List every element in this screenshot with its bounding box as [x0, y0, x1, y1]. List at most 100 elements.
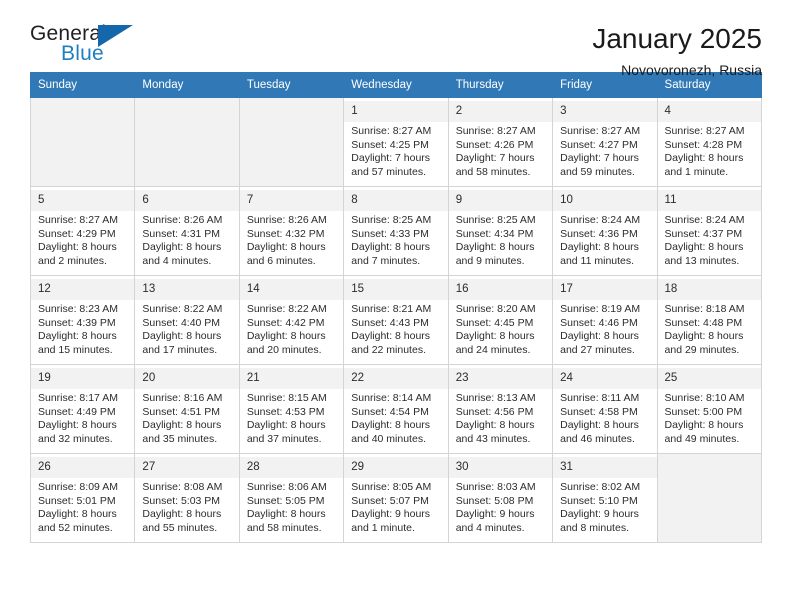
calendar-day-cell[interactable]: 19 Sunrise: 8:17 AM Sunset: 4:49 PM Dayligh… [29, 364, 136, 454]
day-daylight-line: Daylight: 8 hours [38, 508, 117, 521]
day-sun-info: Sunrise: 8:22 AM Sunset: 4:42 PM Daylight:… [247, 303, 337, 357]
weekday-header-wednesday: Wednesday [343, 72, 449, 98]
calendar-day-cell[interactable]: 3 Sunrise: 8:27 AM Sunset: 4:27 PM Daylight… [552, 97, 658, 187]
calendar-day-cell[interactable]: 8 Sunrise: 8:25 AM Sunset: 4:33 PM Daylight… [343, 186, 449, 276]
day-daylight-line: and 43 minutes. [455, 432, 531, 445]
day-daylight-line: and 55 minutes. [142, 521, 218, 534]
day-number: 9 [448, 190, 553, 211]
day-sunrise-line: Sunrise: 8:18 AM [664, 303, 745, 315]
calendar-day-cell[interactable]: 21 Sunrise: 8:15 AM Sunset: 4:53 PM Dayligh… [238, 364, 345, 454]
day-sunrise-line: Sunrise: 8:15 AM [246, 392, 327, 404]
day-sunrise-line: Sunrise: 8:03 AM [455, 481, 536, 493]
calendar-day-cell[interactable]: 26 Sunrise: 8:09 AM Sunset: 5:01 PM Dayligh… [29, 453, 136, 543]
day-sun-info: Sunrise: 8:08 AM Sunset: 5:03 PM Daylight:… [142, 481, 232, 535]
day-number: 5 [31, 190, 135, 211]
day-cell-content: 19 Sunrise: 8:17 AM Sunset: 4:49 PM Dayligh… [31, 365, 135, 450]
day-daylight-line: and 1 minute. [664, 165, 729, 178]
page-title: January 2025 [592, 23, 762, 54]
day-sun-info: Sunrise: 8:27 AM Sunset: 4:25 PM Daylight:… [351, 125, 441, 179]
calendar-day-cell[interactable]: 22 Sunrise: 8:14 AM Sunset: 4:54 PM Dayligh… [343, 364, 449, 454]
day-number: 30 [448, 457, 553, 478]
page-subtitle: Novovoronezh, Russia [621, 62, 762, 78]
day-daylight-line: and 58 minutes. [246, 521, 322, 534]
calendar-day-cell[interactable]: 30 Sunrise: 8:03 AM Sunset: 5:08 PM Dayligh… [447, 453, 554, 543]
day-sun-info: Sunrise: 8:05 AM Sunset: 5:07 PM Daylight:… [351, 481, 441, 535]
day-sun-info: Sunrise: 8:26 AM Sunset: 4:32 PM Daylight:… [247, 214, 337, 268]
day-daylight-line: and 40 minutes. [351, 432, 426, 445]
day-number: 1 [344, 101, 448, 122]
day-sun-info: Sunrise: 8:21 AM Sunset: 4:43 PM Daylight:… [351, 303, 441, 357]
calendar-day-cell[interactable]: 28 Sunrise: 8:06 AM Sunset: 5:05 PM Dayligh… [238, 453, 345, 543]
day-sun-info: Sunrise: 8:24 AM Sunset: 4:36 PM Daylight:… [560, 214, 650, 268]
calendar-day-cell[interactable]: 12 Sunrise: 8:23 AM Sunset: 4:39 PM Dayligh… [29, 275, 136, 365]
calendar-day-cell[interactable]: 5 Sunrise: 8:27 AM Sunset: 4:29 PM Daylight… [29, 186, 136, 276]
calendar-day-cell[interactable]: 14 Sunrise: 8:22 AM Sunset: 4:42 PM Dayligh… [238, 275, 345, 365]
calendar-day-cell[interactable]: 16 Sunrise: 8:20 AM Sunset: 4:45 PM Dayligh… [447, 275, 554, 365]
calendar-day-cell[interactable]: 18 Sunrise: 8:18 AM Sunset: 4:48 PM Dayligh… [656, 275, 763, 365]
day-daylight-line: and 2 minutes. [38, 254, 107, 267]
calendar-day-cell[interactable]: 11 Sunrise: 8:24 AM Sunset: 4:37 PM Dayligh… [656, 186, 763, 276]
day-sunrise-line: Sunrise: 8:09 AM [38, 481, 118, 493]
day-daylight-line: Daylight: 8 hours [455, 241, 535, 254]
calendar-day-cell[interactable]: 6 Sunrise: 8:26 AM Sunset: 4:31 PM Daylight… [134, 186, 240, 276]
day-daylight-line: and 17 minutes. [142, 343, 218, 356]
calendar-day-cell[interactable]: 15 Sunrise: 8:21 AM Sunset: 4:43 PM Dayligh… [343, 275, 449, 365]
day-sunset-line: Sunset: 5:08 PM [455, 494, 534, 507]
day-sun-info: Sunrise: 8:19 AM Sunset: 4:46 PM Daylight:… [560, 303, 650, 357]
day-number: 28 [239, 457, 344, 478]
day-sun-info: Sunrise: 8:27 AM Sunset: 4:28 PM Daylight:… [665, 125, 755, 179]
logo-text-blue: Blue [61, 42, 104, 65]
day-daylight-line: Daylight: 8 hours [246, 330, 326, 343]
calendar-day-cell[interactable]: 1 Sunrise: 8:27 AM Sunset: 4:25 PM Daylight… [343, 97, 449, 187]
day-number: 15 [344, 279, 448, 300]
day-sunrise-line: Sunrise: 8:02 AM [560, 481, 641, 493]
day-daylight-line: Daylight: 8 hours [664, 419, 744, 432]
day-daylight-line: and 58 minutes. [455, 165, 531, 178]
calendar-day-cell[interactable]: 7 Sunrise: 8:26 AM Sunset: 4:32 PM Daylight… [238, 186, 345, 276]
calendar-day-cell[interactable]: 23 Sunrise: 8:13 AM Sunset: 4:56 PM Dayligh… [447, 364, 554, 454]
day-sunset-line: Sunset: 4:25 PM [351, 138, 429, 151]
day-sunset-line: Sunset: 4:37 PM [664, 227, 743, 240]
calendar-day-cell[interactable]: 10 Sunrise: 8:24 AM Sunset: 4:36 PM Dayligh… [552, 186, 658, 276]
day-sun-info: Sunrise: 8:06 AM Sunset: 5:05 PM Daylight:… [247, 481, 337, 535]
day-daylight-line: Daylight: 7 hours [455, 152, 535, 165]
calendar-day-cell[interactable]: 29 Sunrise: 8:05 AM Sunset: 5:07 PM Dayligh… [343, 453, 449, 543]
day-sun-info: Sunrise: 8:25 AM Sunset: 4:34 PM Daylight:… [456, 214, 546, 268]
calendar-day-cell[interactable]: 31 Sunrise: 8:02 AM Sunset: 5:10 PM Dayligh… [552, 453, 658, 543]
calendar-day-cell[interactable]: 24 Sunrise: 8:11 AM Sunset: 4:58 PM Dayligh… [552, 364, 658, 454]
day-daylight-line: Daylight: 9 hours [560, 508, 639, 521]
day-sunset-line: Sunset: 4:53 PM [246, 405, 325, 418]
calendar-day-cell[interactable]: 2 Sunrise: 8:27 AM Sunset: 4:26 PM Daylight… [447, 97, 554, 187]
day-daylight-line: Daylight: 8 hours [664, 152, 744, 165]
day-daylight-line: and 49 minutes. [664, 432, 740, 445]
day-daylight-line: and 7 minutes. [351, 254, 421, 267]
day-daylight-line: and 9 minutes. [455, 254, 525, 267]
day-cell-content: 6 Sunrise: 8:26 AM Sunset: 4:31 PM Daylight… [135, 187, 239, 272]
day-cell-content: 29 Sunrise: 8:05 AM Sunset: 5:07 PM Dayligh… [344, 454, 448, 539]
day-cell-content: 25 Sunrise: 8:10 AM Sunset: 5:00 PM Dayligh… [657, 365, 761, 450]
calendar-day-cell[interactable]: 17 Sunrise: 8:19 AM Sunset: 4:46 PM Dayligh… [552, 275, 658, 365]
calendar-day-cell[interactable]: 13 Sunrise: 8:22 AM Sunset: 4:40 PM Dayligh… [134, 275, 240, 365]
day-cell-content: 3 Sunrise: 8:27 AM Sunset: 4:27 PM Daylight… [553, 98, 657, 183]
calendar-day-cell[interactable]: 25 Sunrise: 8:10 AM Sunset: 5:00 PM Dayligh… [656, 364, 763, 454]
day-sun-info: Sunrise: 8:26 AM Sunset: 4:31 PM Daylight:… [142, 214, 232, 268]
weekday-header-tuesday: Tuesday [238, 72, 345, 98]
day-sunrise-line: Sunrise: 8:21 AM [351, 303, 432, 315]
calendar-week-row: 26 Sunrise: 8:09 AM Sunset: 5:01 PM Dayligh… [29, 453, 763, 543]
day-sunset-line: Sunset: 4:58 PM [560, 405, 638, 418]
day-daylight-line: Daylight: 8 hours [351, 330, 431, 343]
day-cell-content: 23 Sunrise: 8:13 AM Sunset: 4:56 PM Dayligh… [448, 365, 553, 450]
day-daylight-line: and 52 minutes. [38, 521, 113, 534]
day-sunset-line: Sunset: 4:39 PM [38, 316, 116, 329]
calendar-day-cell[interactable]: 27 Sunrise: 8:08 AM Sunset: 5:03 PM Dayligh… [134, 453, 240, 543]
day-daylight-line: Daylight: 8 hours [142, 419, 222, 432]
day-number: 12 [31, 279, 135, 300]
day-daylight-line: and 29 minutes. [664, 343, 740, 356]
day-daylight-line: and 15 minutes. [38, 343, 113, 356]
day-daylight-line: and 35 minutes. [142, 432, 218, 445]
general-blue-logo: General Blue [30, 22, 140, 74]
calendar-day-cell[interactable]: 9 Sunrise: 8:25 AM Sunset: 4:34 PM Daylight… [447, 186, 554, 276]
day-daylight-line: Daylight: 8 hours [560, 330, 639, 343]
calendar-day-cell[interactable]: 4 Sunrise: 8:27 AM Sunset: 4:28 PM Daylight… [656, 97, 763, 187]
calendar-day-cell[interactable]: 20 Sunrise: 8:16 AM Sunset: 4:51 PM Dayligh… [134, 364, 240, 454]
